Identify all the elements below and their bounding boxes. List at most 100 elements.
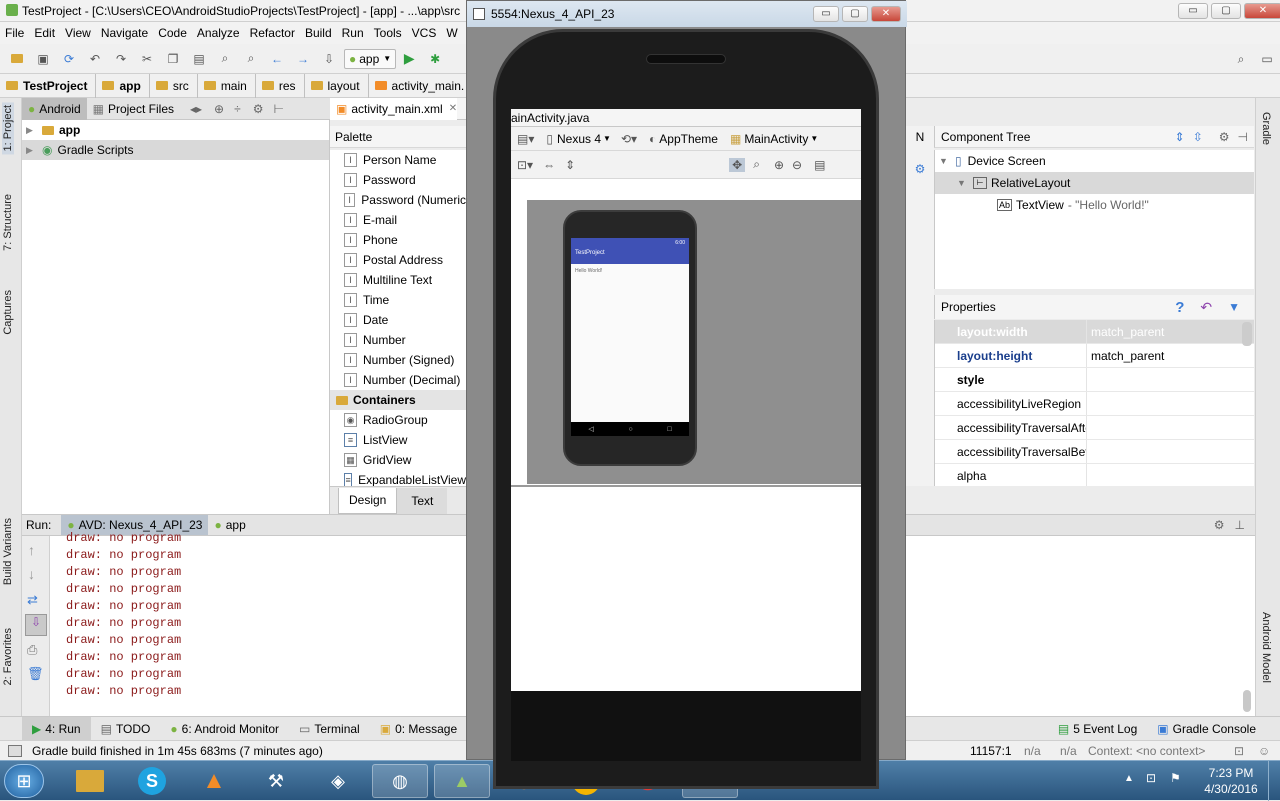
- scroll-to-end-icon[interactable]: ⇩: [25, 614, 47, 636]
- save-icon[interactable]: ▣: [34, 50, 52, 68]
- property-row[interactable]: layout:width match_parent: [935, 320, 1254, 344]
- palette-item[interactable]: I Date: [330, 310, 466, 330]
- tab-terminal[interactable]: ▭ Terminal: [289, 717, 370, 741]
- android-studio-task-icon[interactable]: ▲: [434, 764, 490, 798]
- tree-node-device-screen[interactable]: ▼ ▯ Device Screen: [935, 150, 1254, 172]
- palette-item[interactable]: I Multiline Text: [330, 270, 466, 290]
- menu-code[interactable]: Code: [153, 26, 192, 40]
- property-row[interactable]: accessibilityTraversalBefo: [935, 440, 1254, 464]
- palette-item[interactable]: I Time: [330, 290, 466, 310]
- palette-item[interactable]: I Number (Signed): [330, 350, 466, 370]
- property-row[interactable]: accessibilityTraversalAfte: [935, 416, 1254, 440]
- tree-node-textview[interactable]: Ab TextView - "Hello World!": [935, 194, 1254, 216]
- tab-project-files[interactable]: ▦ Project Files: [87, 98, 180, 120]
- emulator-blank-area[interactable]: [511, 485, 861, 691]
- debug-icon[interactable]: ✱: [426, 50, 444, 68]
- virtualbox-icon[interactable]: ◈: [310, 764, 366, 798]
- menu-edit[interactable]: Edit: [29, 26, 60, 40]
- find-icon[interactable]: ⌕: [216, 50, 234, 68]
- editor-tab-java[interactable]: ainActivity.java: [511, 109, 861, 127]
- minimize-button[interactable]: ▭: [1178, 3, 1208, 19]
- property-row[interactable]: layout:height match_parent: [935, 344, 1254, 368]
- console-scrollbar[interactable]: [1243, 690, 1251, 712]
- crumb-src[interactable]: src: [150, 73, 198, 98]
- activity-select[interactable]: MainActivity: [744, 132, 808, 146]
- palette-item[interactable]: I Number (Decimal): [330, 370, 466, 390]
- line-separator[interactable]: n/a: [1024, 744, 1041, 758]
- help-icon[interactable]: ?: [1175, 299, 1184, 316]
- forward-icon[interactable]: →: [294, 50, 312, 68]
- tree-item-gradle[interactable]: ▶ ◉ Gradle Scripts: [22, 140, 329, 160]
- palette-item[interactable]: I Number: [330, 330, 466, 350]
- palette-item[interactable]: I Postal Address: [330, 250, 466, 270]
- open-folder-icon[interactable]: [8, 50, 26, 68]
- emulator-maximize-button[interactable]: ▢: [842, 6, 868, 22]
- expand-arrow-icon[interactable]: ▶: [26, 145, 42, 156]
- paste-icon[interactable]: ▤: [190, 50, 208, 68]
- palette-item[interactable]: I E-mail: [330, 210, 466, 230]
- palette-section-containers[interactable]: Containers: [330, 390, 466, 410]
- back-icon[interactable]: ←: [268, 50, 286, 68]
- show-desktop-button[interactable]: [1268, 761, 1280, 801]
- replace-icon[interactable]: ⌕: [242, 50, 260, 68]
- context-indicator[interactable]: Context: <no context>: [1088, 744, 1205, 758]
- collapse-icon[interactable]: ÷: [234, 102, 241, 116]
- orientation-icon[interactable]: ⟲▾: [621, 132, 637, 146]
- network-icon[interactable]: ◍: [372, 764, 428, 798]
- encoding[interactable]: n/a: [1060, 744, 1077, 758]
- palette-item[interactable]: ≡ ExpandableListView: [330, 470, 466, 486]
- palette-item[interactable]: ◉ RadioGroup: [330, 410, 466, 430]
- settings-gear-icon[interactable]: ⚙: [915, 162, 926, 176]
- lock-icon[interactable]: ⊡: [1234, 744, 1244, 758]
- palette-item[interactable]: I Phone: [330, 230, 466, 250]
- palette-item[interactable]: ≡ ListView: [330, 430, 466, 450]
- design-canvas[interactable]: TestProject 6:00 Hello World! ◁ ○ □: [527, 200, 861, 484]
- tab-android-model[interactable]: Android Model: [1260, 612, 1272, 683]
- target-icon[interactable]: ⊕: [214, 102, 224, 116]
- hide-icon[interactable]: ⊣: [1238, 130, 1248, 144]
- tree-item-app[interactable]: ▶ app: [22, 120, 329, 140]
- crumb-file[interactable]: activity_main.: [369, 73, 474, 98]
- tab-event-log[interactable]: ▤ 5 Event Log: [1048, 717, 1147, 741]
- property-row[interactable]: style: [935, 368, 1254, 392]
- crumb-main[interactable]: main: [198, 73, 256, 98]
- tab-activity-main[interactable]: ▣ activity_main.xml ✕: [330, 97, 458, 120]
- emulator-screen[interactable]: ainActivity.java ▤▾ ▯ Nexus 4 ▼ ⟲▾ ◐ App…: [511, 109, 861, 691]
- print-icon[interactable]: ⎙: [27, 642, 37, 658]
- soft-wrap-icon[interactable]: ⇄: [27, 592, 38, 608]
- fill-height-icon[interactable]: ⇕: [565, 158, 575, 172]
- tab-text[interactable]: Text: [397, 487, 448, 514]
- emulator-minimize-button[interactable]: ▭: [813, 6, 839, 22]
- sync-icon[interactable]: ⟳: [60, 50, 78, 68]
- crumb-project[interactable]: TestProject: [0, 73, 97, 98]
- clock[interactable]: 7:23 PM 4/30/2016: [1196, 765, 1266, 797]
- undo-icon[interactable]: ↶: [86, 50, 104, 68]
- tab-android-view[interactable]: ● Android: [22, 97, 87, 120]
- zoom-in-icon[interactable]: ⊕: [774, 158, 784, 172]
- file-icon[interactable]: ▤▾: [517, 132, 534, 146]
- tab-todo[interactable]: ▤ TODO: [91, 717, 161, 741]
- tab-android-monitor[interactable]: ● 6: Android Monitor: [160, 717, 289, 741]
- menu-navigate[interactable]: Navigate: [96, 26, 153, 40]
- tray-network-icon[interactable]: ⊡: [1146, 771, 1156, 785]
- zoom-actual-icon[interactable]: ⌕: [753, 157, 760, 172]
- cursor-position[interactable]: 11157:1: [970, 744, 1012, 758]
- pan-icon[interactable]: ✥: [729, 157, 746, 172]
- properties-scrollbar[interactable]: [1242, 322, 1252, 346]
- inspector-icon[interactable]: ☺: [1258, 744, 1270, 758]
- close-tab-icon[interactable]: ✕: [449, 103, 457, 114]
- expand-arrow-icon[interactable]: ▼: [939, 156, 955, 166]
- palette-item[interactable]: I Password: [330, 170, 466, 190]
- search-everywhere-icon[interactable]: ⌕: [1232, 50, 1250, 68]
- expand-arrow-icon[interactable]: ▼: [957, 178, 973, 188]
- palette-item[interactable]: I Person Name: [330, 150, 466, 170]
- explorer-icon[interactable]: [62, 764, 118, 798]
- tray-flag-icon[interactable]: ⚑: [1170, 771, 1181, 785]
- property-row[interactable]: accessibilityLiveRegion: [935, 392, 1254, 416]
- expand-arrow-icon[interactable]: ▶: [26, 125, 42, 136]
- run-config-select[interactable]: ● app ▼: [344, 48, 397, 69]
- menu-build[interactable]: Build: [300, 26, 337, 40]
- fit-icon[interactable]: ⊡▾: [517, 158, 533, 172]
- menu-view[interactable]: View: [60, 26, 96, 40]
- tab-structure[interactable]: 7: Structure: [2, 194, 14, 251]
